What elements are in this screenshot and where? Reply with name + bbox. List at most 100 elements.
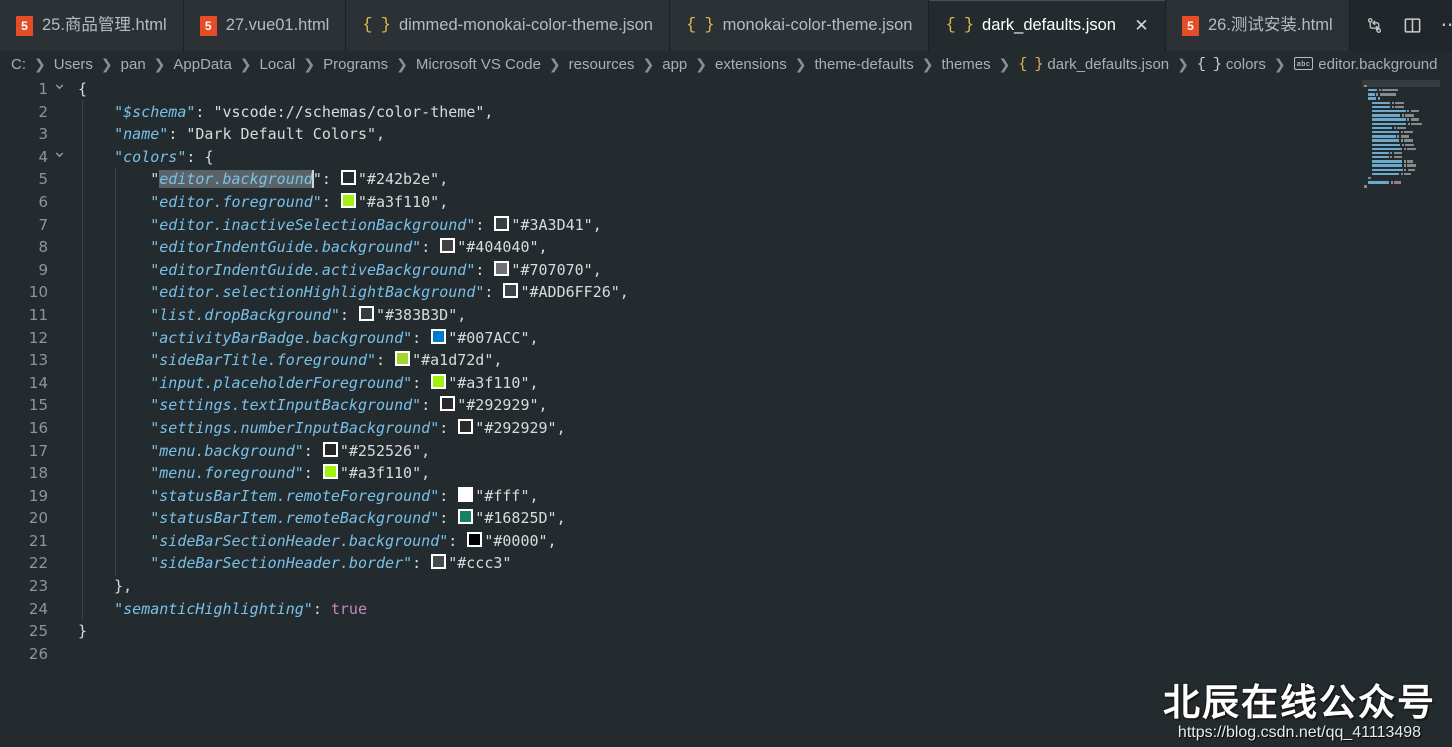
breadcrumb-item[interactable]: pan — [120, 56, 147, 73]
color-swatch[interactable] — [395, 351, 411, 367]
code-line[interactable]: 6 "editor.foreground": "#a3f110", — [0, 191, 1452, 214]
code-text[interactable]: "editor.inactiveSelectionBackground": "#… — [70, 214, 1452, 237]
code-line[interactable]: 17 "menu.background": "#252526", — [0, 440, 1452, 463]
code-line[interactable]: 3 "name": "Dark Default Colors", — [0, 123, 1452, 146]
code-text[interactable]: } — [70, 620, 1452, 643]
code-line[interactable]: 22 "sideBarSectionHeader.border": "#ccc3… — [0, 552, 1452, 575]
code-line[interactable]: 7 "editor.inactiveSelectionBackground": … — [0, 214, 1452, 237]
fold-chevron-down-icon[interactable] — [48, 146, 70, 169]
code-line[interactable]: 24 "semanticHighlighting": true — [0, 598, 1452, 621]
code-line[interactable]: 19 "statusBarItem.remoteForeground": "#f… — [0, 485, 1452, 508]
code-line[interactable]: 26 — [0, 643, 1452, 666]
color-swatch[interactable] — [440, 238, 456, 254]
editor-tab[interactable]: { } dimmed-monokai-color-theme.json — [346, 0, 670, 51]
code-line[interactable]: 10 "editor.selectionHighlightBackground"… — [0, 281, 1452, 304]
code-line[interactable]: 15 "settings.textInputBackground": "#292… — [0, 394, 1452, 417]
code-text[interactable]: "semanticHighlighting": true — [70, 598, 1452, 621]
code-text[interactable]: "sideBarTitle.foreground": "#a1d72d", — [70, 349, 1452, 372]
code-text[interactable]: "sideBarSectionHeader.border": "#ccc3" — [70, 552, 1452, 575]
breadcrumb-item[interactable]: Microsoft VS Code — [415, 56, 542, 73]
code-text[interactable]: "editor.background": "#242b2e", — [70, 168, 1452, 191]
code-text[interactable]: "editorIndentGuide.activeBackground": "#… — [70, 259, 1452, 282]
code-editor[interactable]: 1{2 "$schema": "vscode://schemas/color-t… — [0, 78, 1452, 747]
code-text[interactable]: "editor.selectionHighlightBackground": "… — [70, 281, 1452, 304]
breadcrumb-item[interactable]: Users — [53, 56, 94, 73]
code-line[interactable]: 14 "input.placeholderForeground": "#a3f1… — [0, 372, 1452, 395]
code-text[interactable]: "list.dropBackground": "#383B3D", — [70, 304, 1452, 327]
color-swatch[interactable] — [458, 486, 474, 502]
color-swatch[interactable] — [340, 170, 356, 186]
color-swatch[interactable] — [431, 373, 447, 389]
code-line[interactable]: 11 "list.dropBackground": "#383B3D", — [0, 304, 1452, 327]
code-text[interactable]: "statusBarItem.remoteBackground": "#1682… — [70, 507, 1452, 530]
color-swatch[interactable] — [322, 441, 338, 457]
code-line[interactable]: 25} — [0, 620, 1452, 643]
code-line[interactable]: 4 "colors": { — [0, 146, 1452, 169]
breadcrumb-item[interactable]: { } dark_defaults.json — [1017, 56, 1170, 73]
breadcrumb-item[interactable]: app — [661, 56, 688, 73]
more-actions-icon[interactable]: ⋯ — [1434, 9, 1452, 43]
code-line[interactable]: 1{ — [0, 78, 1452, 101]
line-number: 23 — [28, 577, 48, 596]
breadcrumb-item[interactable]: resources — [568, 56, 636, 73]
breadcrumb-item[interactable]: theme-defaults — [813, 56, 914, 73]
breadcrumb-item[interactable]: C: — [10, 56, 27, 73]
breadcrumb-item[interactable]: { } colors — [1196, 56, 1267, 73]
breadcrumb-item[interactable]: AppData — [172, 56, 232, 73]
code-text[interactable]: "editorIndentGuide.background": "#404040… — [70, 236, 1452, 259]
code-text[interactable]: "name": "Dark Default Colors", — [70, 123, 1452, 146]
color-swatch[interactable] — [358, 305, 374, 321]
code-text[interactable]: "colors": { — [70, 146, 1452, 169]
split-compare-icon[interactable] — [1358, 9, 1392, 43]
color-swatch[interactable] — [494, 260, 510, 276]
code-line[interactable]: 16 "settings.numberInputBackground": "#2… — [0, 417, 1452, 440]
tab-close-icon[interactable]: ✕ — [1134, 17, 1149, 34]
color-swatch[interactable] — [458, 509, 474, 525]
breadcrumb-item[interactable]: abc editor.background — [1293, 56, 1439, 73]
color-swatch[interactable] — [440, 396, 456, 412]
code-line[interactable]: 8 "editorIndentGuide.background": "#4040… — [0, 236, 1452, 259]
editor-tab[interactable]: 5 26.测试安装.html — [1165, 0, 1350, 51]
code-line[interactable]: 9 "editorIndentGuide.activeBackground": … — [0, 259, 1452, 282]
color-swatch[interactable] — [494, 215, 510, 231]
color-swatch[interactable] — [340, 192, 356, 208]
code-text[interactable]: }, — [70, 575, 1452, 598]
split-editor-icon[interactable] — [1396, 9, 1430, 43]
color-swatch[interactable] — [503, 283, 519, 299]
breadcrumb-item[interactable]: Programs — [322, 56, 389, 73]
code-text[interactable]: "settings.numberInputBackground": "#2929… — [70, 417, 1452, 440]
code-text[interactable]: "editor.foreground": "#a3f110", — [70, 191, 1452, 214]
color-swatch[interactable] — [431, 554, 447, 570]
code-text[interactable]: "$schema": "vscode://schemas/color-theme… — [70, 101, 1452, 124]
editor-tab[interactable]: 5 27.vue01.html — [183, 0, 347, 51]
code-text[interactable]: "activityBarBadge.background": "#007ACC"… — [70, 327, 1452, 350]
code-text[interactable]: "statusBarItem.remoteForeground": "#fff"… — [70, 485, 1452, 508]
code-text[interactable]: "menu.background": "#252526", — [70, 440, 1452, 463]
code-text[interactable]: "menu.foreground": "#a3f110", — [70, 462, 1452, 485]
code-line[interactable]: 5 "editor.background": "#242b2e", — [0, 168, 1452, 191]
code-lines[interactable]: 1{2 "$schema": "vscode://schemas/color-t… — [0, 78, 1452, 747]
code-text[interactable]: "sideBarSectionHeader.background": "#000… — [70, 530, 1452, 553]
code-line[interactable]: 13 "sideBarTitle.foreground": "#a1d72d", — [0, 349, 1452, 372]
editor-tab[interactable]: { } dark_defaults.json ✕ — [929, 0, 1166, 51]
color-swatch[interactable] — [322, 464, 338, 480]
code-line[interactable]: 21 "sideBarSectionHeader.background": "#… — [0, 530, 1452, 553]
breadcrumb-item[interactable]: Local — [259, 56, 297, 73]
code-line[interactable]: 18 "menu.foreground": "#a3f110", — [0, 462, 1452, 485]
code-line[interactable]: 20 "statusBarItem.remoteBackground": "#1… — [0, 507, 1452, 530]
color-swatch[interactable] — [458, 418, 474, 434]
editor-tab[interactable]: 5 25.商品管理.html — [0, 0, 184, 51]
code-text[interactable]: "input.placeholderForeground": "#a3f110"… — [70, 372, 1452, 395]
code-text[interactable]: "settings.textInputBackground": "#292929… — [70, 394, 1452, 417]
code-line[interactable]: 23 }, — [0, 575, 1452, 598]
code-line[interactable]: 2 "$schema": "vscode://schemas/color-the… — [0, 101, 1452, 124]
code-line[interactable]: 12 "activityBarBadge.background": "#007A… — [0, 327, 1452, 350]
breadcrumb-item[interactable]: themes — [940, 56, 991, 73]
code-text[interactable]: { — [70, 78, 1452, 101]
breadcrumb-item[interactable]: extensions — [714, 56, 788, 73]
breadcrumb-separator-icon: ❯ — [303, 56, 316, 73]
color-swatch[interactable] — [467, 531, 483, 547]
editor-tab[interactable]: { } monokai-color-theme.json — [669, 0, 930, 51]
fold-chevron-down-icon[interactable] — [48, 78, 70, 101]
color-swatch[interactable] — [431, 328, 447, 344]
